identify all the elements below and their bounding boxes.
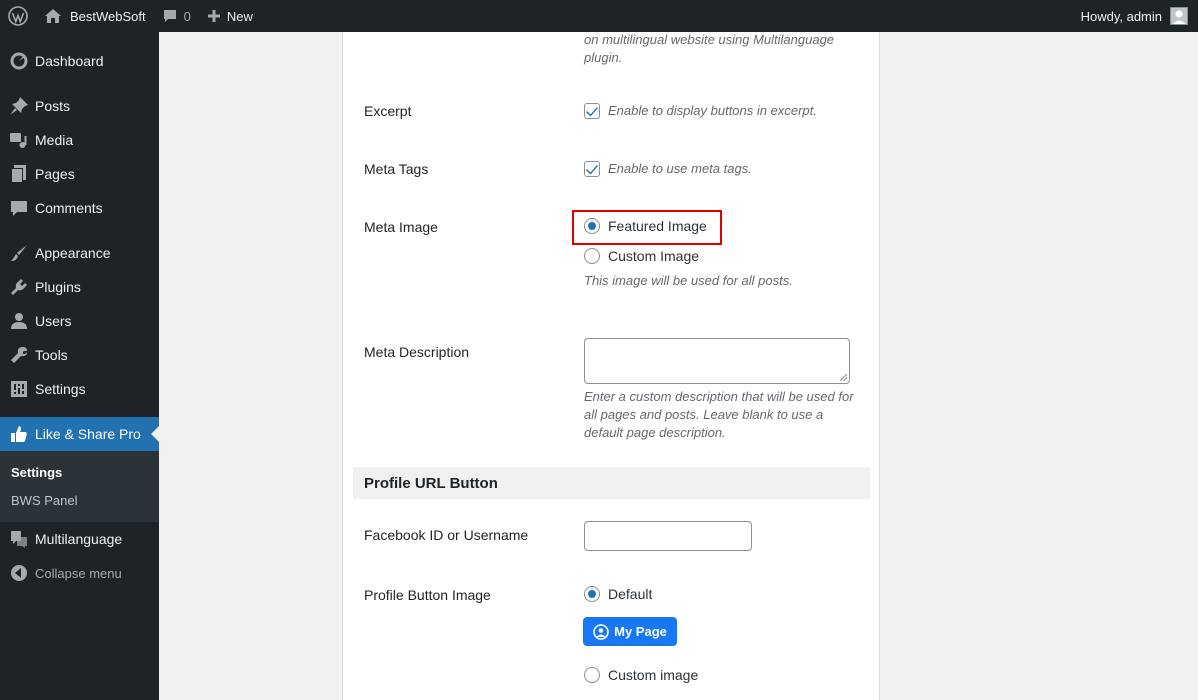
comments-link[interactable]: 0: [154, 0, 199, 32]
meta-image-option-custom[interactable]: Custom Image: [584, 248, 699, 264]
sidebar-item-settings[interactable]: Settings: [0, 372, 159, 406]
sidebar-item-like-share-pro[interactable]: Like & Share Pro: [0, 417, 159, 451]
custom-image-label: Custom Image: [608, 248, 700, 264]
sidebar-item-label: Multilanguage: [35, 531, 123, 547]
sidebar-item-posts[interactable]: Posts: [0, 89, 159, 123]
facebook-id-input[interactable]: [584, 521, 752, 551]
meta-tags-description: Enable to use meta tags.: [608, 161, 752, 176]
sidebar-item-label: Pages: [35, 166, 75, 182]
sidebar-item-label: Posts: [35, 98, 71, 114]
thumbs-up-icon: [0, 424, 35, 444]
new-label: New: [226, 8, 253, 24]
settings-panel: on multilingual website using Multilangu…: [342, 32, 880, 700]
plus-icon: [207, 10, 220, 22]
meta-tags-row: Enable to use meta tags.: [584, 160, 752, 178]
user-icon: [0, 311, 35, 331]
site-name: BestWebSoft: [70, 8, 146, 24]
multilanguage-description: on multilingual website using Multilangu…: [584, 32, 835, 65]
wrench-icon: [0, 345, 35, 365]
comment-icon: [0, 198, 35, 218]
meta-image-label: Meta Image: [364, 219, 438, 235]
excerpt-row: Enable to display buttons in excerpt.: [584, 102, 817, 120]
meta-description-label: Meta Description: [364, 344, 470, 360]
collapse-menu-button[interactable]: Collapse menu: [0, 556, 159, 590]
profile-image-option-custom[interactable]: Custom image: [584, 667, 698, 683]
meta-image-description: This image will be used for all posts.: [584, 273, 793, 288]
featured-image-radio[interactable]: [584, 218, 600, 234]
profile-url-section-header: Profile URL Button: [353, 467, 870, 499]
media-icon: [0, 130, 35, 150]
collapse-arrow-icon: [0, 564, 35, 582]
avatar: [1170, 7, 1188, 25]
meta-tags-label: Meta Tags: [364, 161, 429, 177]
translate-icon: [0, 529, 35, 549]
my-account-link[interactable]: Howdy, admin: [1073, 0, 1198, 32]
custom-image-profile-radio[interactable]: [584, 667, 600, 683]
user-circle-icon: [593, 623, 609, 640]
default-label: Default: [608, 586, 653, 602]
sidebar-item-tools[interactable]: Tools: [0, 338, 159, 372]
sidebar-item-label: Like & Share Pro: [35, 426, 141, 442]
sliders-icon: [0, 379, 35, 399]
custom-image-profile-label: Custom image: [608, 667, 699, 683]
excerpt-description: Enable to display buttons in excerpt.: [608, 103, 817, 118]
my-page-label: My Page: [614, 624, 667, 639]
excerpt-label: Excerpt: [364, 103, 412, 119]
admin-bar: BestWebSoft 0 New Howdy, admin: [0, 0, 1198, 32]
sidebar-item-pages[interactable]: Pages: [0, 157, 159, 191]
profile-button-image-label: Profile Button Image: [364, 587, 491, 603]
sidebar-item-label: Users: [35, 313, 72, 329]
new-content-link[interactable]: New: [199, 0, 261, 32]
pin-icon: [0, 96, 35, 116]
resize-handle[interactable]: [840, 374, 847, 381]
sidebar-item-plugins[interactable]: Plugins: [0, 270, 159, 304]
meta-tags-checkbox[interactable]: [584, 161, 600, 177]
submenu-item-bws-panel[interactable]: BWS Panel: [11, 493, 77, 508]
dashboard-icon: [0, 51, 35, 71]
brush-icon: [0, 243, 35, 263]
sidebar-item-users[interactable]: Users: [0, 304, 159, 338]
sidebar-item-label: Tools: [35, 347, 68, 363]
sidebar-item-label: Dashboard: [35, 53, 104, 69]
home-icon: [45, 9, 61, 23]
collapse-label: Collapse menu: [35, 565, 122, 581]
sidebar-item-comments[interactable]: Comments: [0, 191, 159, 225]
comments-count: 0: [183, 8, 191, 24]
profile-image-option-default[interactable]: Default: [584, 586, 652, 602]
sidebar-item-appearance[interactable]: Appearance: [0, 236, 159, 270]
meta-description-help: Enter a custom description that will be …: [584, 389, 854, 440]
facebook-id-label: Facebook ID or Username: [364, 527, 529, 543]
sidebar-item-media[interactable]: Media: [0, 123, 159, 157]
default-radio[interactable]: [584, 586, 600, 602]
sidebar-item-label: Media: [35, 132, 74, 148]
admin-sidebar: Dashboard Posts Media Pages Comments App…: [0, 32, 159, 700]
meta-image-option-featured[interactable]: Featured Image: [584, 218, 707, 234]
featured-image-label: Featured Image: [608, 218, 707, 234]
submenu-item-settings[interactable]: Settings: [11, 465, 62, 480]
sidebar-item-label: Plugins: [35, 279, 81, 295]
excerpt-checkbox[interactable]: [584, 103, 600, 119]
greeting: Howdy, admin: [1080, 8, 1162, 24]
custom-image-radio[interactable]: [584, 248, 600, 264]
sidebar-item-label: Appearance: [35, 245, 111, 261]
pages-icon: [0, 164, 35, 184]
sidebar-item-dashboard[interactable]: Dashboard: [0, 44, 159, 78]
my-page-button-preview: My Page: [583, 617, 677, 646]
sidebar-item-label: Comments: [35, 200, 103, 216]
meta-description-textarea[interactable]: [584, 338, 850, 384]
plug-icon: [0, 277, 35, 297]
comment-icon: [163, 10, 176, 22]
wordpress-logo-icon[interactable]: [0, 0, 36, 32]
sidebar-item-multilanguage[interactable]: Multilanguage: [0, 522, 159, 556]
sidebar-item-label: Settings: [35, 381, 86, 397]
submenu: Settings BWS Panel: [0, 451, 159, 522]
site-name-link[interactable]: BestWebSoft: [36, 0, 154, 32]
